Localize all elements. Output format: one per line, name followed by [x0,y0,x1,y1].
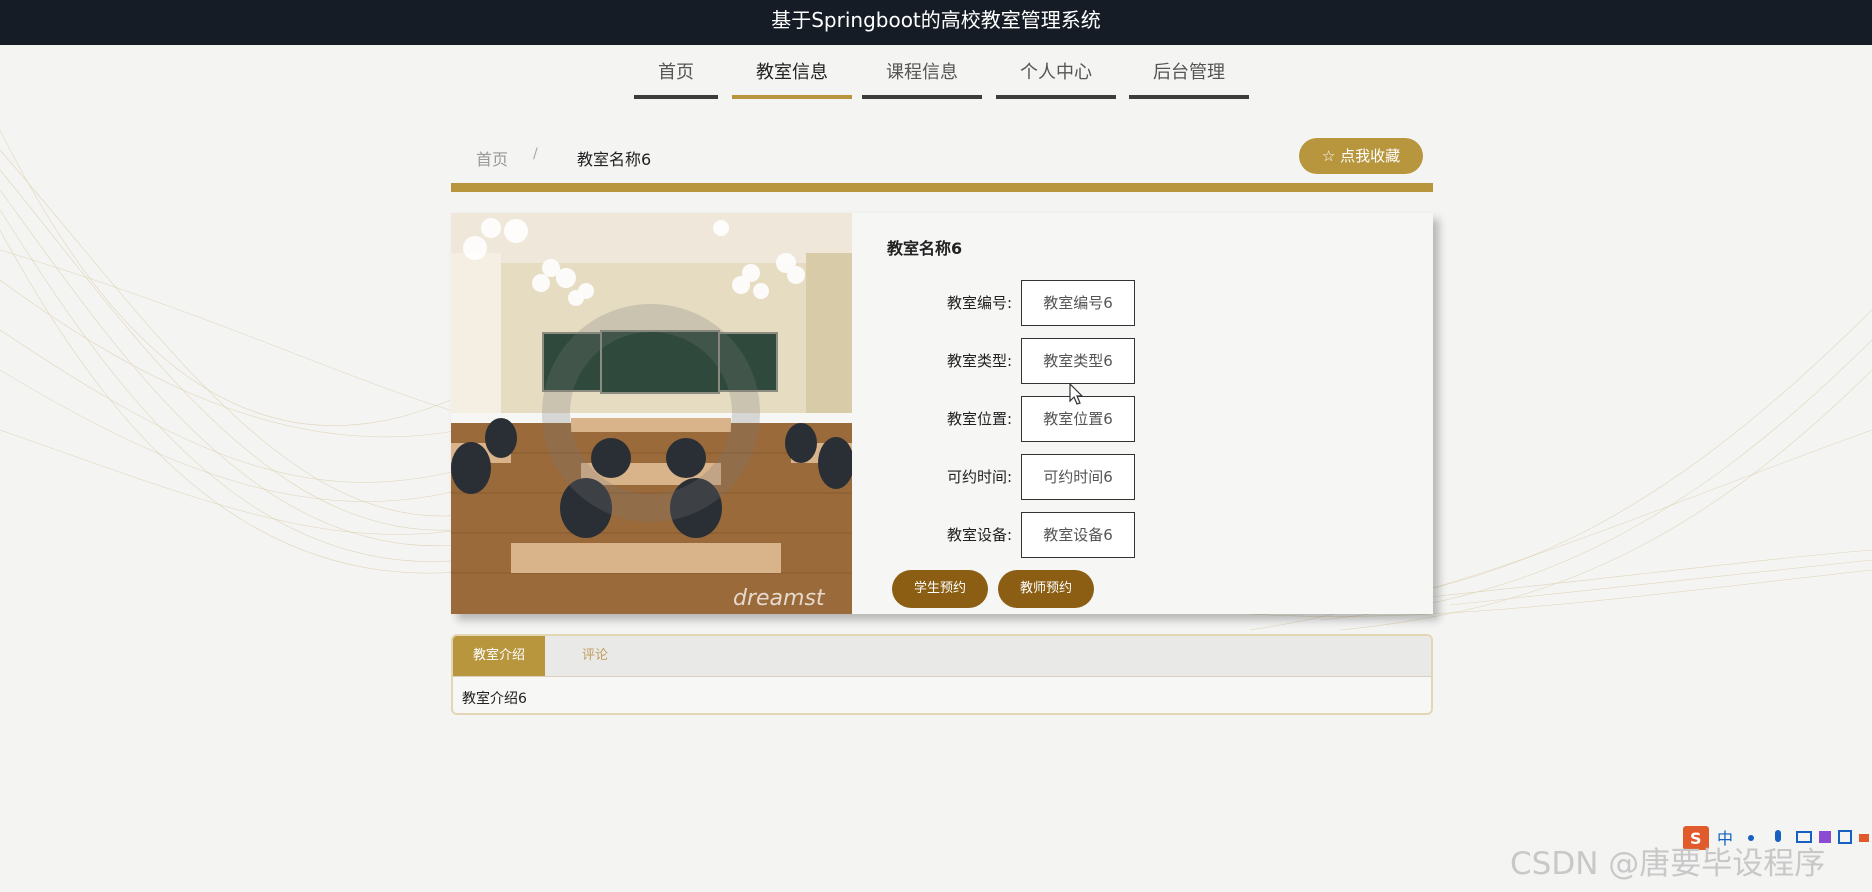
tab-comments[interactable]: 评论 [549,636,641,676]
field-row-available-time: 可约时间: 可约时间6 [906,454,1206,500]
classroom-name: 教室名称6 [887,239,963,258]
divider-bar [451,183,1433,192]
field-row-room-location: 教室位置: 教室位置6 [906,396,1206,442]
tab-content-introduction: 教室介绍6 [462,691,527,707]
room-location-label: 教室位置: [946,410,1012,428]
equipment-label: 教室设备: [946,526,1012,544]
favorite-button[interactable]: ☆ 点我收藏 [1299,138,1423,174]
star-outline-icon: ☆ [1321,147,1336,165]
field-row-room-number: 教室编号: 教室编号6 [906,280,1206,326]
nav-item-course-info[interactable]: 课程信息 [862,55,982,99]
room-type-value: 教室类型6 [1021,338,1135,384]
breadcrumb-separator: / [533,146,538,162]
classroom-photo: dreamst [451,213,852,614]
room-number-value: 教室编号6 [1021,280,1135,326]
classroom-detail-card: dreamst 教室名称6 教室编号: 教室编号6 教室类型: 教室类型6 教室… [451,213,1433,614]
app-header: 基于Springboot的高校教室管理系统 [0,0,1872,45]
favorite-button-label: 点我收藏 [1340,147,1401,165]
tab-introduction[interactable]: 教室介绍 [453,636,545,676]
breadcrumb: 首页 / 教室名称6 ☆ 点我收藏 [451,138,1433,178]
tab-header: 教室介绍 评论 [453,636,1431,677]
teacher-booking-button[interactable]: 教师预约 [998,570,1094,608]
nav-item-home[interactable]: 首页 [634,55,718,99]
nav-item-personal-center[interactable]: 个人中心 [996,55,1116,99]
breadcrumb-home-link[interactable]: 首页 [476,146,508,170]
image-watermark-text: dreamst [733,586,826,611]
nav-item-admin[interactable]: 后台管理 [1129,55,1249,99]
field-row-room-type: 教室类型: 教室类型6 [906,338,1206,384]
detail-tabs: 教室介绍 评论 教室介绍6 [451,634,1433,715]
nav-item-classroom-info[interactable]: 教室信息 [732,55,852,99]
field-row-equipment: 教室设备: 教室设备6 [906,512,1206,558]
available-time-label: 可约时间: [946,468,1012,486]
csdn-watermark: CSDN @唐要毕设程序 [1510,846,1826,882]
available-time-value: 可约时间6 [1021,454,1135,500]
ime-toolbox-icon [1838,830,1852,844]
app-title: 基于Springboot的高校教室管理系统 [771,8,1101,32]
room-type-label: 教室类型: [946,352,1012,370]
ime-more-icon [1859,834,1869,842]
student-booking-button[interactable]: 学生预约 [892,570,988,608]
room-number-label: 教室编号: [946,294,1012,312]
equipment-value: 教室设备6 [1021,512,1135,558]
mouse-cursor-icon [1069,383,1084,405]
breadcrumb-current: 教室名称6 [577,150,652,169]
